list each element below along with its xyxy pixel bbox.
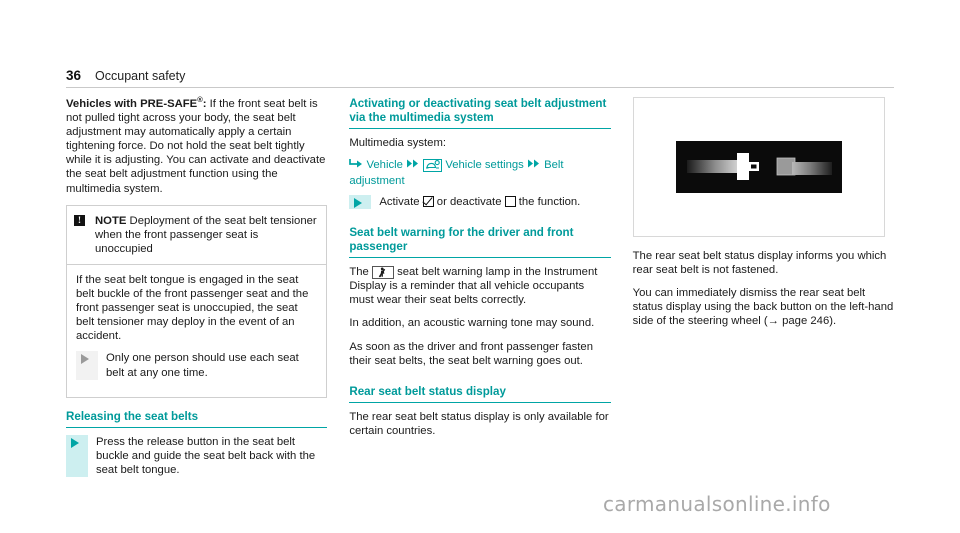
middle-column: Activating or deactivating seat belt adj… bbox=[349, 97, 611, 487]
right-column: The rear seat belt status display inform… bbox=[632, 97, 894, 487]
releasing-action-item: Press the release button in the seat bel… bbox=[66, 434, 327, 477]
note-box-heading: NOTE Deployment of the seat belt tension… bbox=[95, 214, 317, 256]
presafe-lead-label: Vehicles with PRE-SAFE bbox=[66, 98, 198, 110]
presafe-body-text: If the front seat belt is not pulled tig… bbox=[66, 98, 326, 195]
releasing-action-text: Press the release button in the seat bel… bbox=[96, 435, 316, 476]
right-paragraph-1: The rear seat belt status display inform… bbox=[632, 250, 887, 277]
section-heading-seat-belt-warning: Seat belt warning for the driver and fro… bbox=[349, 226, 611, 259]
right-paragraph-2: You can immediately dismiss the rear sea… bbox=[633, 286, 894, 328]
note-action-text: Only one person should use each seat bel… bbox=[106, 352, 299, 379]
warning-paragraph-1: The seat belt warning lamp in the Instru… bbox=[349, 265, 610, 307]
watermark: carmanualsonline.info bbox=[603, 492, 831, 516]
chapter-title: Occupant safety bbox=[95, 68, 186, 83]
rear-status-paragraph: The rear seat belt status display is onl… bbox=[349, 410, 609, 437]
note-box-header: ! NOTE Deployment of the seat belt tensi… bbox=[67, 206, 327, 265]
note-box: ! NOTE Deployment of the seat belt tensi… bbox=[66, 204, 328, 398]
enter-arrow-icon bbox=[349, 158, 363, 169]
warning-paragraph-2: In addition, an acoustic warning tone ma… bbox=[349, 317, 595, 330]
activate-action-text: Activate or deactivate the function. bbox=[371, 195, 610, 209]
multimedia-system-label: Multimedia system: bbox=[349, 137, 447, 149]
section-heading-activating: Activating or deactivating seat belt adj… bbox=[349, 97, 611, 129]
function-label: the function. bbox=[518, 196, 581, 209]
action-arrow-icon bbox=[66, 434, 88, 477]
note-action-item: Only one person should use each seat bel… bbox=[76, 351, 317, 380]
note-title: Deployment of the seat belt tensioner wh… bbox=[95, 214, 317, 255]
note-paragraph: If the seat belt tongue is engaged in th… bbox=[76, 273, 309, 343]
warning-para-pre: The bbox=[349, 266, 369, 279]
checkbox-checked-icon[interactable] bbox=[422, 196, 434, 208]
presafe-paragraph: Vehicles with PRE-SAFE®: If the front se… bbox=[66, 96, 327, 196]
right-para2-part-b: page 246). bbox=[778, 315, 837, 328]
seat-belt-status-graphic bbox=[686, 153, 832, 180]
note-box-body: If the seat belt tongue is engaged in th… bbox=[67, 265, 326, 397]
checkbox-empty-icon[interactable] bbox=[504, 196, 516, 208]
menu-item-vehicle[interactable]: Vehicle bbox=[366, 159, 402, 171]
menu-item-vehicle-settings[interactable]: Vehicle settings bbox=[445, 159, 524, 171]
warning-exclamation-icon: ! bbox=[74, 214, 85, 226]
section-heading-rear-status: Rear seat belt status display bbox=[349, 385, 611, 403]
section-heading-releasing: Releasing the seat belts bbox=[66, 410, 328, 428]
page-reference-arrow-icon: → bbox=[767, 315, 779, 328]
activate-action-item: Activate or deactivate the function. bbox=[349, 195, 610, 210]
activate-label: Activate bbox=[379, 196, 420, 209]
warning-paragraph-3: As soon as the driver and front passenge… bbox=[349, 340, 593, 367]
vehicle-settings-icon bbox=[423, 159, 443, 173]
page-number: 36 bbox=[66, 67, 82, 83]
double-arrow-icon bbox=[406, 158, 420, 169]
left-column: Vehicles with PRE-SAFE®: If the front se… bbox=[66, 96, 328, 487]
figure-display-panel bbox=[675, 141, 842, 193]
action-arrow-icon bbox=[349, 195, 372, 210]
right-para2-part-a: You can immediately dismiss the rear sea… bbox=[632, 287, 894, 328]
page-columns: Vehicles with PRE-SAFE®: If the front se… bbox=[66, 96, 894, 487]
page-header: 36 Occupant safety bbox=[66, 66, 894, 88]
rear-seat-belt-status-display-image bbox=[632, 97, 885, 237]
note-label: NOTE bbox=[95, 214, 127, 227]
double-arrow-icon bbox=[527, 158, 541, 169]
deactivate-label: or deactivate bbox=[436, 196, 502, 209]
action-arrow-icon bbox=[76, 351, 98, 380]
multimedia-menu-path: Vehicle Vehicle settings Belt adjustment bbox=[349, 157, 610, 189]
seat-belt-warning-lamp-icon bbox=[371, 266, 394, 280]
